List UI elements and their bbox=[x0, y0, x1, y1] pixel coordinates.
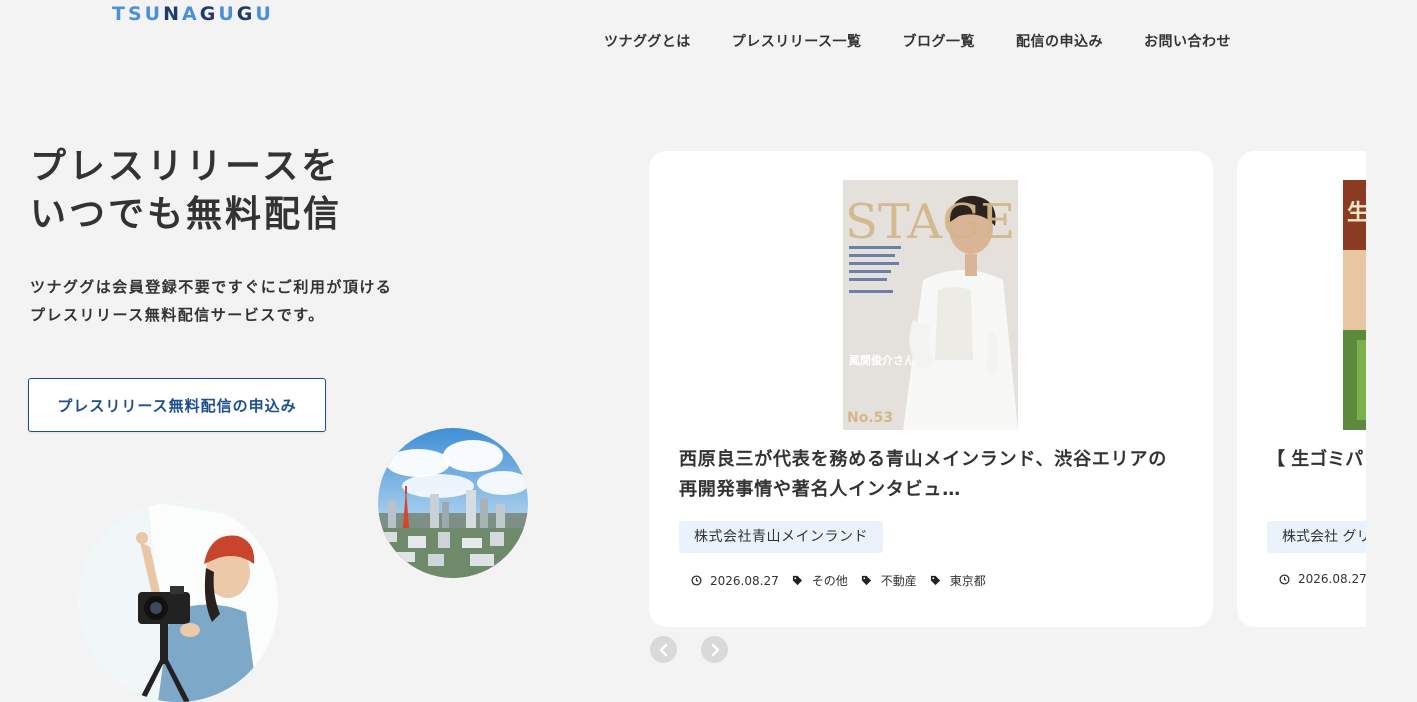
city-skyline-image bbox=[378, 428, 528, 578]
press-release-card[interactable]: 生 【 生ゴミパ 株式会社 グリ 2026.08.27 bbox=[1237, 151, 1366, 627]
card-tag-other[interactable]: その他 bbox=[812, 572, 848, 589]
hero-desc-line2: プレスリリース無料配信サービスです。 bbox=[30, 306, 325, 324]
nav-item-apply[interactable]: 配信の申込み bbox=[1016, 32, 1103, 52]
card-meta: 2026.08.27 bbox=[1277, 572, 1366, 586]
main-nav: ツナググとは プレスリリース一覧 ブログ一覧 配信の申込み お問い合わせ bbox=[604, 32, 1231, 52]
slider-prev-button[interactable] bbox=[650, 636, 677, 663]
card-tag-real-estate[interactable]: 不動産 bbox=[881, 572, 917, 589]
logo-letter: G bbox=[236, 3, 256, 25]
hero-description: ツナググは会員登録不要ですぐにご利用が頂ける プレスリリース無料配信サービスです… bbox=[30, 273, 392, 329]
magazine-masthead: STAGE bbox=[845, 194, 1015, 250]
magazine-cover-image: STAGE 風間俊介さん No.53 bbox=[843, 180, 1018, 430]
logo-letter: S bbox=[127, 3, 145, 25]
logo-letter: U bbox=[255, 3, 274, 25]
cover-issue-number: No.53 bbox=[847, 410, 893, 426]
card-title-line1: 西原良三が代表を務める青山メインランド、渋谷エリアの bbox=[679, 449, 1168, 470]
hero-title-line1: プレスリリースを bbox=[30, 146, 341, 187]
card-title[interactable]: 【 生ゴミパ bbox=[1267, 445, 1363, 475]
company-tag[interactable]: 株式会社青山メインランド bbox=[679, 521, 883, 553]
nav-item-press-list[interactable]: プレスリリース一覧 bbox=[732, 32, 862, 52]
photographer-image bbox=[78, 502, 278, 702]
nav-item-contact[interactable]: お問い合わせ bbox=[1144, 32, 1231, 52]
press-release-card[interactable]: STAGE 風間俊介さん No.53 西原良三が代表を務める青山メインランド、渋… bbox=[649, 151, 1213, 627]
tag-icon bbox=[929, 574, 943, 588]
slider-next-button[interactable] bbox=[701, 636, 728, 663]
clock-icon bbox=[689, 574, 703, 588]
logo-letter: T bbox=[112, 3, 128, 25]
logo-letter: N bbox=[163, 3, 182, 25]
tag-icon bbox=[860, 574, 874, 588]
logo-letter: U bbox=[144, 3, 164, 25]
apply-free-release-button[interactable]: プレスリリース無料配信の申込み bbox=[28, 378, 326, 432]
card-meta: 2026.08.27 その他 不動産 東京都 bbox=[689, 572, 998, 589]
card-title[interactable]: 西原良三が代表を務める青山メインランド、渋谷エリアの 再開発事情や著名人インタビ… bbox=[679, 445, 1189, 505]
chevron-left-icon bbox=[659, 643, 667, 656]
hero-desc-line1: ツナググは会員登録不要ですぐにご利用が頂ける bbox=[30, 278, 393, 296]
tag-icon bbox=[791, 574, 805, 588]
card-date: 2026.08.27 bbox=[1298, 572, 1366, 586]
company-tag[interactable]: 株式会社 グリ bbox=[1267, 521, 1366, 553]
hero-title-line2: いつでも無料配信 bbox=[30, 194, 343, 235]
card-title-line2: 再開発事情や著名人インタビュ… bbox=[679, 479, 961, 500]
nav-item-blog-list[interactable]: ブログ一覧 bbox=[903, 32, 976, 52]
product-label: 生 bbox=[1347, 201, 1366, 226]
cover-person-name: 風間俊介さん bbox=[849, 353, 915, 367]
product-image: 生 bbox=[1343, 180, 1366, 430]
card-date: 2026.08.27 bbox=[710, 573, 779, 588]
logo-letter: U bbox=[218, 3, 237, 25]
site-logo[interactable]: TSUNAGUGU bbox=[112, 2, 274, 26]
hero-title: プレスリリースを いつでも無料配信 bbox=[30, 143, 590, 239]
nav-item-about[interactable]: ツナググとは bbox=[604, 32, 691, 52]
card-tag-tokyo[interactable]: 東京都 bbox=[950, 572, 986, 589]
logo-letter: A bbox=[182, 3, 200, 25]
chevron-right-icon bbox=[711, 643, 719, 656]
clock-icon bbox=[1277, 572, 1291, 586]
logo-letter: G bbox=[199, 3, 219, 25]
